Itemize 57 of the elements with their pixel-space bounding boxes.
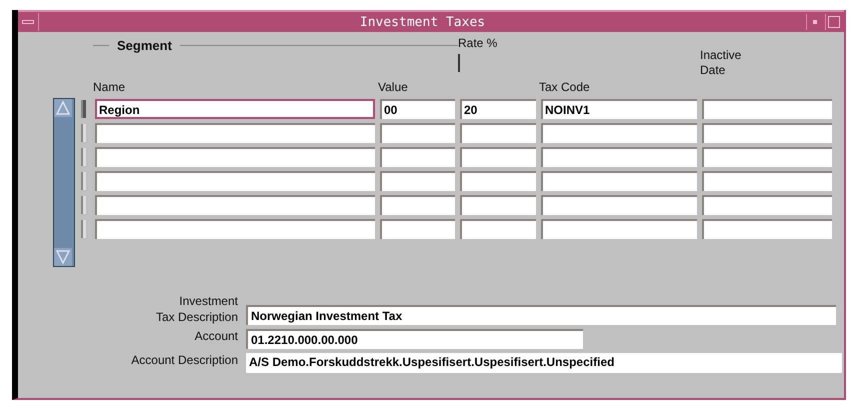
input-field[interactable] (95, 146, 375, 166)
column-header: Name (93, 80, 126, 96)
input-field[interactable] (95, 122, 375, 142)
input-field[interactable] (702, 122, 832, 142)
scroll-down-icon (54, 248, 72, 266)
group-label: Segment (117, 38, 172, 52)
row-marker[interactable] (81, 100, 86, 118)
row-marker[interactable] (81, 196, 86, 214)
maximize-icon (828, 16, 840, 28)
scrollbar[interactable] (53, 98, 75, 267)
field-label: Investment (179, 293, 238, 309)
column-header: Tax Code (539, 80, 591, 96)
input-field[interactable] (702, 146, 832, 166)
input-field[interactable] (541, 122, 697, 142)
input-field[interactable] (380, 146, 455, 166)
column-header: Inactive Date (700, 47, 742, 79)
input-field[interactable] (541, 170, 697, 190)
input-field[interactable] (460, 170, 536, 190)
input-field[interactable] (460, 194, 536, 214)
input-field[interactable] (702, 194, 832, 214)
input-field[interactable] (380, 218, 455, 238)
input-field[interactable] (702, 170, 832, 190)
scroll-up-icon (54, 99, 72, 117)
input-field[interactable] (460, 122, 536, 142)
field-label: Account (194, 329, 238, 345)
window-title: Investment Taxes (358, 14, 486, 30)
row-marker[interactable] (81, 172, 86, 190)
window-menu-icon (22, 20, 34, 24)
field-label: Account Description (130, 353, 238, 369)
column-header: Rate % (458, 36, 498, 50)
maximize-button[interactable] (825, 14, 842, 30)
input-field[interactable] (460, 146, 536, 166)
input-field[interactable] (702, 98, 832, 118)
input-field[interactable] (95, 170, 375, 190)
minimize-icon (813, 20, 817, 24)
input-field[interactable]: NOINV1 (541, 98, 697, 118)
input-field[interactable]: 00 (380, 98, 455, 118)
input-field[interactable]: 01.2210.000.00.000 (246, 329, 583, 349)
input-field[interactable] (380, 122, 455, 142)
field-label: Tax Description (156, 309, 238, 325)
input-field[interactable] (380, 194, 455, 214)
input-field[interactable] (541, 218, 697, 238)
input-field[interactable]: Region (95, 98, 375, 118)
row-marker[interactable] (81, 124, 86, 142)
column-header: Value (378, 80, 409, 96)
input-field[interactable] (541, 194, 697, 214)
input-field[interactable]: 20 (460, 98, 536, 118)
row-marker[interactable] (81, 148, 86, 166)
input-field[interactable] (541, 146, 697, 166)
input-field[interactable] (95, 218, 375, 238)
input-field[interactable] (702, 218, 832, 238)
input-field[interactable]: Norwegian Investment Tax (246, 305, 836, 325)
row-marker[interactable] (81, 220, 86, 238)
input-field[interactable] (380, 170, 455, 190)
input-field[interactable] (460, 218, 536, 238)
input-field[interactable] (95, 194, 375, 214)
input-field[interactable]: A/S Demo.Forskuddstrekk.Uspesifisert.Uspesifisert.Unspecified (246, 353, 842, 373)
